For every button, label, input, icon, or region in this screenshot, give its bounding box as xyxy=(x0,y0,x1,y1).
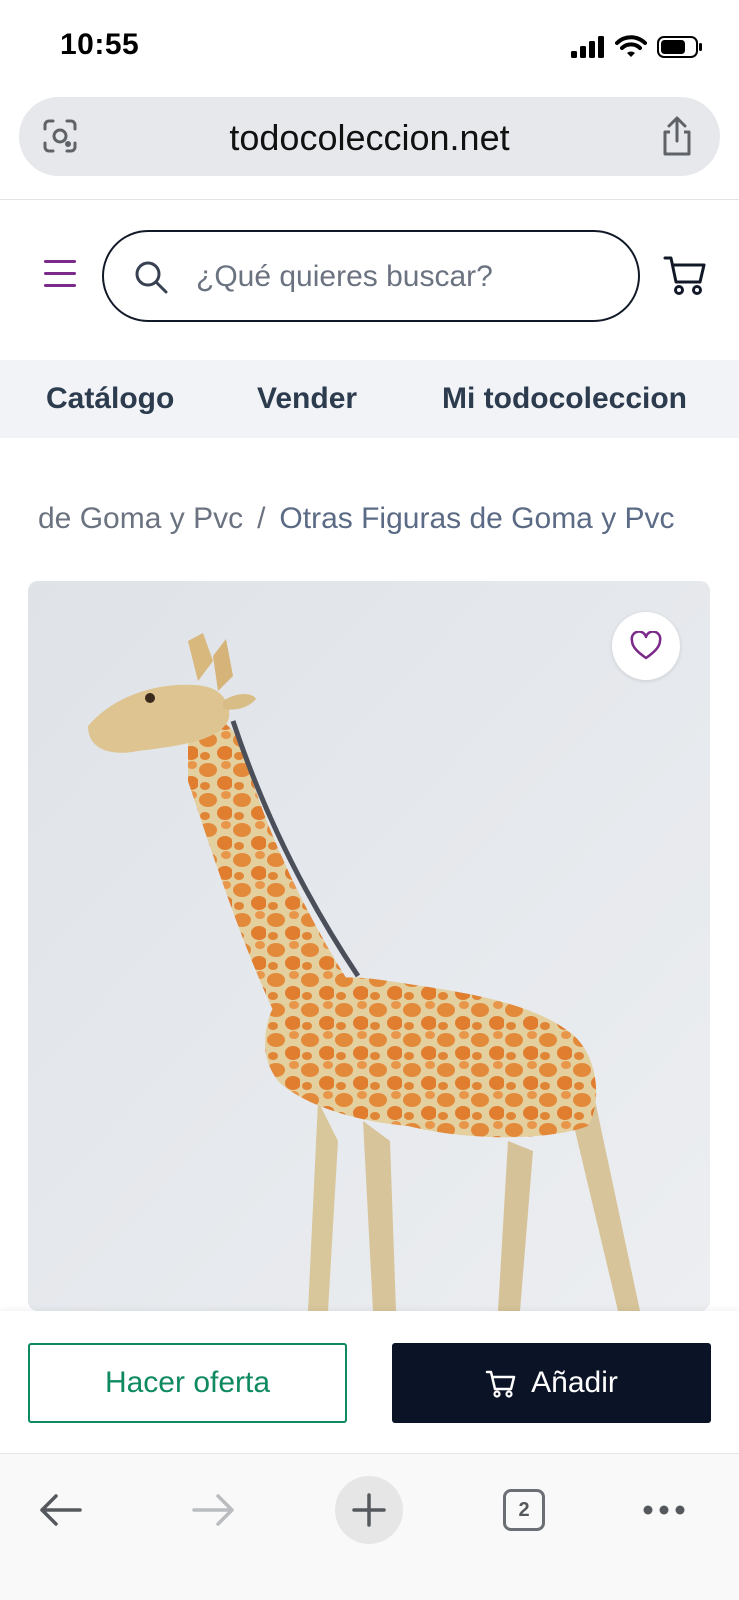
tabs-button[interactable]: 2 xyxy=(490,1476,558,1544)
giraffe-figure-image xyxy=(28,581,710,1311)
favorite-button[interactable] xyxy=(612,612,680,680)
url-text[interactable]: todocoleccion.net xyxy=(19,117,720,159)
product-image[interactable] xyxy=(28,581,710,1311)
signal-icon xyxy=(571,36,604,58)
address-bar[interactable]: todocoleccion.net xyxy=(19,97,720,176)
make-offer-label: Hacer oferta xyxy=(104,1366,271,1399)
search-bar[interactable] xyxy=(102,230,640,322)
cart-icon[interactable] xyxy=(662,252,708,298)
nav-item-catalogo[interactable]: Catálogo xyxy=(46,382,174,416)
cart-icon xyxy=(485,1370,516,1398)
add-to-cart-label: Añadir xyxy=(531,1366,618,1399)
status-bar: 10:55 xyxy=(0,0,739,96)
search-input[interactable] xyxy=(196,250,616,304)
browser-toolbar: 2 xyxy=(0,1453,739,1600)
breadcrumb-item[interactable]: de Goma y Pvc xyxy=(38,502,243,535)
breadcrumb: de Goma y Pvc / Otras Figuras de Goma y Pv… xyxy=(38,502,738,536)
share-icon[interactable] xyxy=(658,115,696,157)
add-to-cart-button[interactable]: Añadir xyxy=(392,1343,711,1423)
nav-item-mi-todocoleccion[interactable]: Mi todocoleccion xyxy=(442,382,687,416)
product-action-bar: Hacer oferta Añadir xyxy=(0,1311,739,1453)
back-button[interactable] xyxy=(26,1476,94,1544)
nav-item-vender[interactable]: Vender xyxy=(257,382,357,416)
back-arrow-icon xyxy=(40,1494,82,1526)
wifi-icon xyxy=(615,35,647,57)
main-nav: Catálogo Vender Mi todocoleccion xyxy=(0,360,739,438)
search-icon[interactable] xyxy=(132,258,170,296)
status-icons xyxy=(571,32,703,62)
hamburger-menu-icon[interactable] xyxy=(40,254,80,294)
forward-button[interactable] xyxy=(180,1476,248,1544)
plus-icon xyxy=(352,1493,386,1527)
divider xyxy=(0,199,739,200)
tab-count: 2 xyxy=(503,1489,545,1531)
more-dots-icon xyxy=(643,1505,685,1515)
battery-icon xyxy=(657,36,702,58)
forward-arrow-icon xyxy=(192,1494,234,1526)
status-time: 10:55 xyxy=(60,28,140,61)
more-button[interactable] xyxy=(630,1476,698,1544)
breadcrumb-separator: / xyxy=(257,502,266,535)
breadcrumb-current[interactable]: Otras Figuras de Goma y Pvc xyxy=(279,502,674,535)
make-offer-button[interactable]: Hacer oferta xyxy=(28,1343,347,1423)
new-tab-button[interactable] xyxy=(335,1476,403,1544)
heart-icon xyxy=(630,631,662,660)
